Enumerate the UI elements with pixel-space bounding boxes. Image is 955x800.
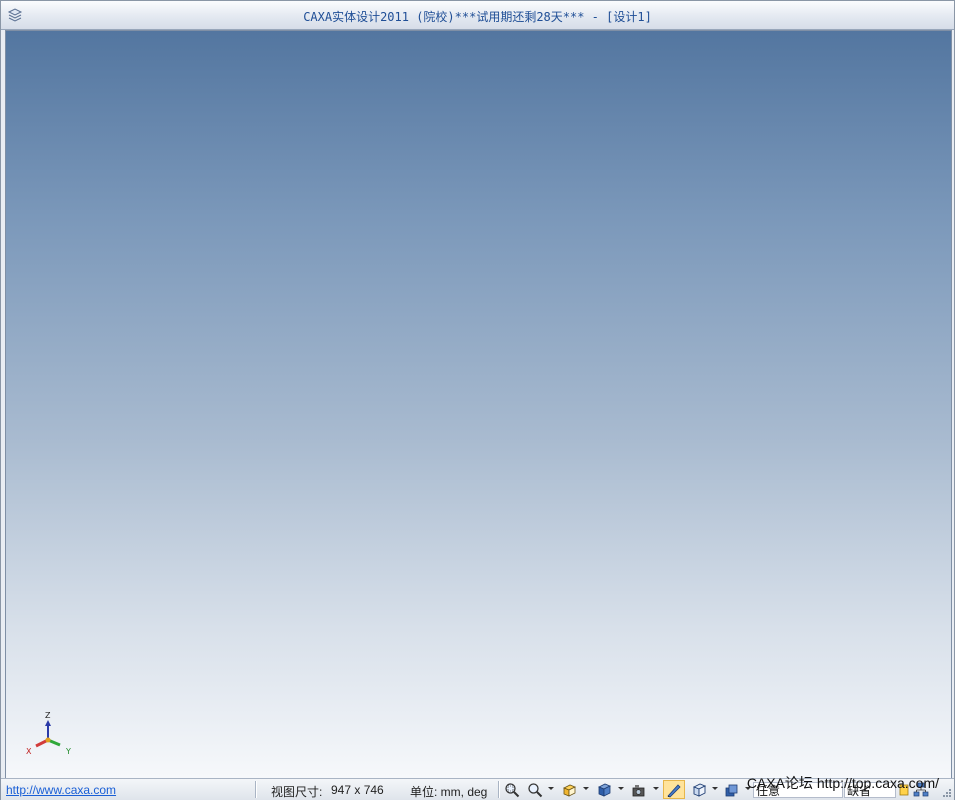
shade-icon: [667, 783, 681, 797]
status-separator: [498, 781, 500, 798]
camera-button[interactable]: [628, 780, 650, 799]
zoom-window-button[interactable]: [501, 780, 523, 799]
axis-y-label: Y: [65, 747, 71, 756]
layers-button[interactable]: [721, 780, 743, 799]
status-separator: [255, 781, 257, 798]
view-orient-dropdown-arrow[interactable]: [583, 787, 589, 790]
title-bar[interactable]: CAXA实体设计2011 (院校)***试用期还剩28天*** - [设计1]: [1, 1, 954, 30]
zoom-dropdown-arrow[interactable]: [548, 787, 554, 790]
zoom-window-icon: [505, 782, 520, 797]
wireframe-cube-icon: [692, 783, 707, 797]
wireframe-cube-button[interactable]: [688, 780, 710, 799]
app-window: CAXA实体设计2011 (院校)***试用期还剩28天*** - [设计1] …: [0, 0, 955, 800]
wireframe-dropdown-arrow[interactable]: [712, 787, 718, 790]
render-cube-button[interactable]: [593, 780, 615, 799]
units-label: 单位: mm, deg: [410, 785, 488, 799]
layers-icon: [725, 784, 738, 796]
3d-viewport[interactable]: Z X Y: [5, 30, 952, 779]
forum-watermark-text: CAXA论坛 http://top.caxa.com/: [746, 775, 939, 791]
axis-x-label: X: [26, 747, 32, 756]
window-title: CAXA实体设计2011 (院校)***试用期还剩28天*** - [设计1]: [303, 10, 652, 24]
shade-button[interactable]: [663, 780, 685, 799]
render-dropdown-arrow[interactable]: [618, 787, 624, 790]
axis-z-label: Z: [45, 711, 51, 720]
zoom-button[interactable]: [524, 780, 546, 799]
camera-dropdown-arrow[interactable]: [653, 787, 659, 790]
view-orient-button[interactable]: [558, 780, 580, 799]
resize-grip-icon[interactable]: [942, 788, 952, 798]
axis-triad: Z X Y: [26, 711, 71, 756]
view-size-value: 947 x 746: [331, 783, 384, 797]
view-size-label: 视图尺寸:: [271, 785, 323, 799]
camera-icon: [632, 784, 645, 796]
view-orient-icon: [563, 784, 576, 797]
zoom-icon: [528, 782, 543, 797]
caxa-website-link[interactable]: http://www.caxa.com: [6, 783, 116, 797]
render-cube-icon: [598, 783, 611, 797]
